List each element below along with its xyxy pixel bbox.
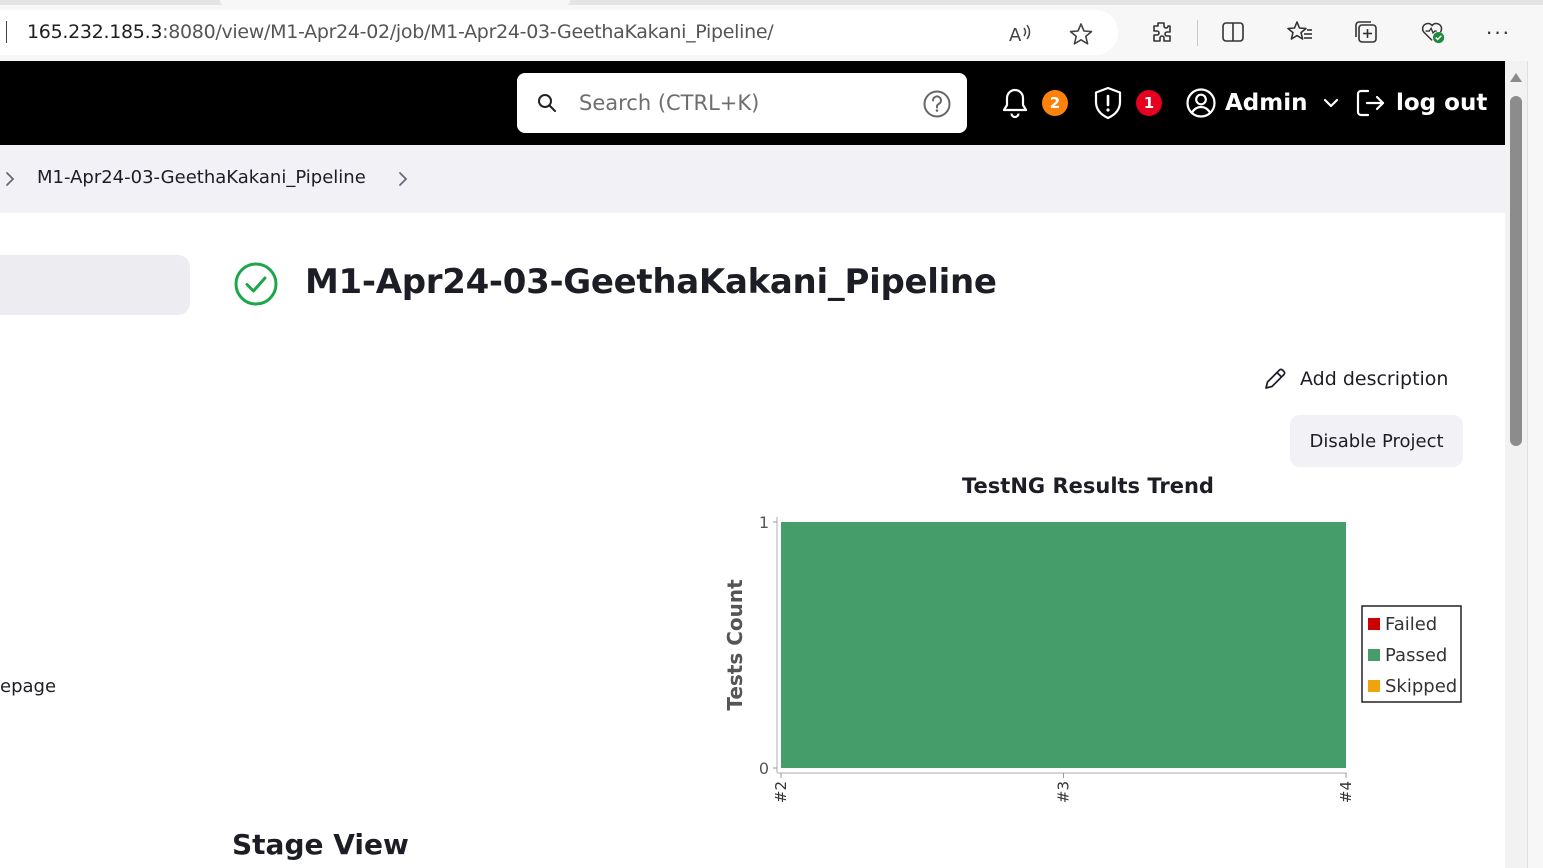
stage-view-title: Stage View [232, 828, 409, 861]
security-button[interactable]: 1 [1092, 61, 1162, 145]
sidebar-item-active[interactable] [0, 255, 190, 315]
x-tick-label: #2 [772, 781, 790, 803]
logout-label: log out [1396, 90, 1488, 116]
notifications-button[interactable]: 2 [1000, 61, 1068, 145]
pencil-icon [1265, 368, 1286, 389]
user-icon [1186, 88, 1216, 118]
url-path: :8080/view/M1-Apr24-02/job/M1-Apr24-03-G… [162, 21, 774, 43]
legend-swatch-failed [1368, 618, 1380, 630]
legend-label-passed: Passed [1385, 645, 1447, 666]
page-header: 2 1 Admin log out [0, 61, 1505, 145]
breadcrumb-item-job[interactable]: M1-Apr24-03-GeethaKakani_Pipeline [37, 167, 366, 188]
svg-text:A: A [1009, 25, 1022, 46]
y-tick-label: 0 [759, 759, 769, 778]
x-tick-label: #3 [1055, 781, 1073, 803]
more-options-icon[interactable]: ··· [1485, 19, 1511, 45]
url-host: 165.232.185.3 [27, 21, 163, 43]
search-box[interactable] [517, 73, 967, 133]
extensions-icon[interactable] [1148, 19, 1174, 45]
logout-button[interactable]: log out [1355, 61, 1487, 145]
chart-title: TestNG Results Trend [962, 474, 1214, 498]
add-description-label: Add description [1300, 368, 1449, 390]
notifications-badge: 2 [1042, 90, 1068, 116]
y-tick-label: 1 [759, 513, 769, 532]
legend-swatch-skipped [1368, 680, 1380, 692]
address-bar[interactable]: 165.232.185.3:8080/view/M1-Apr24-02/job/… [0, 10, 1118, 55]
user-menu[interactable]: Admin [1185, 61, 1340, 145]
page-title: M1-Apr24-03-GeethaKakani_Pipeline [305, 262, 997, 302]
search-input[interactable] [579, 86, 899, 120]
chevron-right-icon[interactable] [396, 169, 410, 189]
scrollbar-thumb[interactable] [1510, 96, 1522, 446]
split-screen-icon[interactable] [1220, 19, 1246, 45]
chevron-right-icon [6, 172, 15, 186]
series-area-passed [781, 522, 1346, 768]
x-tick-label: #4 [1337, 781, 1355, 803]
logout-icon [1356, 89, 1385, 117]
url-text[interactable]: 165.232.185.3:8080/view/M1-Apr24-02/job/… [27, 21, 774, 43]
y-axis-label: Tests Count [723, 579, 747, 711]
search-icon [538, 94, 556, 112]
success-status-icon [234, 262, 278, 306]
tab-strip [0, 0, 1543, 5]
testng-trend-chart[interactable]: 0 1 #2 #3 #4 Tests Count Failed Passed Skipped [715, 505, 1475, 815]
star-icon[interactable] [1068, 22, 1094, 46]
browser-essentials-icon[interactable] [1420, 19, 1446, 45]
add-description-button[interactable]: Add description [1262, 360, 1448, 398]
window-edge [1527, 61, 1543, 868]
breadcrumb: M1-Apr24-03-GeethaKakani_Pipeline [0, 145, 1505, 213]
toolbar-separator [1197, 20, 1198, 46]
legend-label-skipped: Skipped [1385, 676, 1457, 697]
scroll-up-arrow[interactable] [1510, 73, 1522, 82]
chevron-down-icon [1323, 98, 1338, 108]
help-icon[interactable] [922, 89, 952, 119]
shield-warning-icon [1094, 86, 1122, 120]
security-badge: 1 [1136, 90, 1162, 116]
legend-label-failed: Failed [1385, 614, 1437, 635]
favorites-icon[interactable] [1287, 19, 1313, 45]
user-name: Admin [1225, 90, 1308, 116]
sidebar-item-homepage[interactable]: epage [0, 676, 56, 697]
active-tab[interactable] [220, 0, 570, 5]
text-caret [6, 21, 7, 43]
collections-icon[interactable] [1353, 19, 1379, 45]
disable-project-button[interactable]: Disable Project [1290, 415, 1463, 467]
legend-swatch-passed [1368, 649, 1380, 661]
bell-icon [1002, 88, 1028, 119]
read-aloud-icon[interactable]: A [1008, 22, 1034, 46]
browser-toolbar: 165.232.185.3:8080/view/M1-Apr24-02/job/… [0, 0, 1543, 61]
